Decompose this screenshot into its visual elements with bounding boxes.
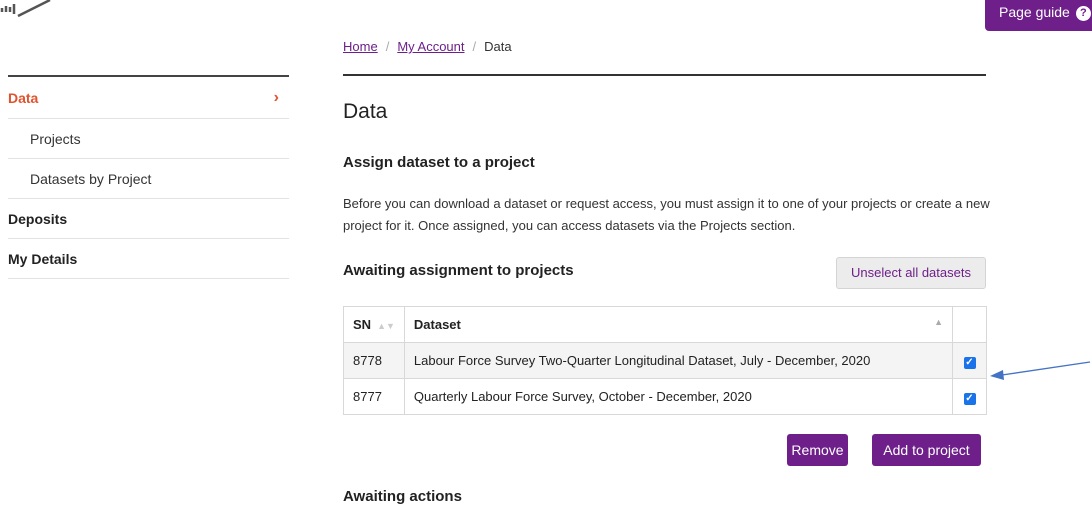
remove-button[interactable]: Remove — [787, 434, 848, 466]
row-checkbox[interactable]: ✓ — [963, 392, 976, 405]
help-icon: ? — [1075, 6, 1091, 21]
divider — [343, 74, 986, 76]
chevron-right-icon: › — [273, 89, 279, 106]
sidebar: Data › Projects Datasets by Project Depo… — [8, 75, 289, 279]
awaiting-assignment-heading: Awaiting assignment to projects — [343, 262, 574, 279]
add-to-project-button[interactable]: Add to project — [872, 434, 981, 466]
breadcrumb-separator: / — [472, 39, 477, 54]
sort-ascending-icon: ▲ — [934, 317, 943, 327]
column-header-dataset[interactable]: Dataset ▲ — [403, 306, 954, 343]
sidebar-item-my-details[interactable]: My Details — [8, 239, 289, 279]
page-title: Data — [343, 100, 388, 123]
sort-icon: ▲▼ — [377, 321, 395, 331]
table-row: 8777 Quarterly Labour Force Survey, Octo… — [343, 378, 987, 415]
page-guide-label: Page guide — [999, 4, 1070, 20]
cell-sn: 8777 — [343, 378, 405, 415]
breadcrumb-separator: / — [385, 39, 390, 54]
breadcrumb-current: Data — [484, 39, 512, 54]
breadcrumb: Home / My Account / Data — [343, 39, 512, 54]
sidebar-item-label: Deposits — [8, 211, 68, 227]
sidebar-item-label: Data — [8, 90, 39, 106]
datasets-table: SN ▲▼ Dataset ▲ 8778 Labour Force Survey T… — [343, 306, 987, 415]
arrow-annotation-icon — [990, 361, 1091, 380]
sidebar-item-data[interactable]: Data › — [8, 77, 289, 119]
column-header-select — [952, 306, 987, 343]
intro-text: Before you can download a dataset or req… — [343, 196, 990, 233]
table-header-row: SN ▲▼ Dataset ▲ — [343, 306, 987, 343]
sidebar-item-datasets-by-project[interactable]: Datasets by Project — [8, 159, 289, 199]
sidebar-item-label: Projects — [30, 131, 81, 147]
logo-icon — [0, 0, 51, 18]
cell-dataset: Quarterly Labour Force Survey, October -… — [403, 378, 954, 415]
breadcrumb-home-link[interactable]: Home — [343, 39, 378, 54]
page-guide-button[interactable]: Page guide? — [985, 0, 1092, 31]
sidebar-item-label: My Details — [8, 251, 78, 267]
column-header-sn[interactable]: SN ▲▼ — [343, 306, 405, 343]
cell-sn: 8778 — [343, 342, 405, 379]
row-checkbox[interactable]: ✓ — [963, 356, 976, 369]
cell-dataset: Labour Force Survey Two-Quarter Longitud… — [403, 342, 954, 379]
unselect-all-button[interactable]: Unselect all datasets — [836, 257, 986, 289]
column-header-label: Dataset — [413, 317, 461, 332]
row-select-cell: ✓ — [952, 378, 987, 415]
breadcrumb-account-link[interactable]: My Account — [397, 39, 464, 54]
sidebar-item-projects[interactable]: Projects — [8, 119, 289, 159]
awaiting-actions-heading: Awaiting actions — [343, 488, 462, 505]
sidebar-item-label: Datasets by Project — [30, 171, 152, 187]
row-select-cell: ✓ — [952, 342, 987, 379]
sidebar-item-deposits[interactable]: Deposits — [8, 199, 289, 239]
table-row: 8778 Labour Force Survey Two-Quarter Lon… — [343, 342, 987, 379]
assign-heading: Assign dataset to a project — [343, 154, 535, 171]
column-header-label: SN — [353, 317, 372, 332]
